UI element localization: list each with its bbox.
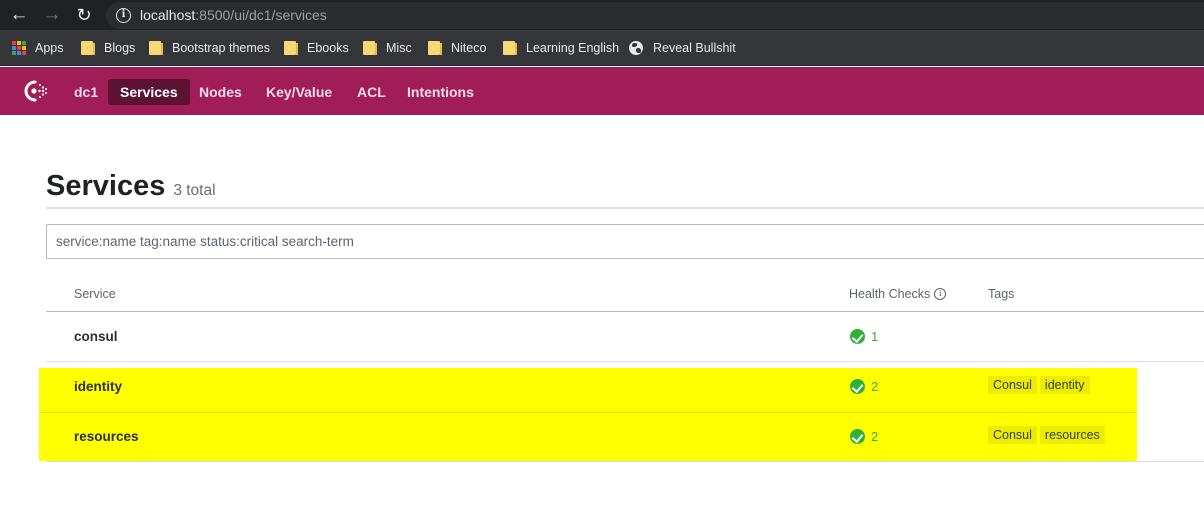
bookmark-ebooks[interactable]: Ebooks <box>284 39 349 57</box>
tags-cell: Consul resources <box>988 426 1108 444</box>
check-circle-icon <box>850 379 865 394</box>
health-checks-cell: 1 <box>850 329 878 344</box>
health-checks-cell: 2 <box>850 379 878 394</box>
bookmark-blogs[interactable]: Blogs <box>81 39 135 57</box>
tag-badge: Consul <box>988 376 1037 394</box>
globe-icon <box>629 41 643 55</box>
table-row[interactable]: resources 2 Consul resources <box>46 412 1204 462</box>
page-heading: Services <box>46 170 166 202</box>
folder-icon <box>81 41 95 55</box>
folder-icon <box>284 41 298 55</box>
bookmark-bootstrap-themes[interactable]: Bootstrap themes <box>149 39 270 57</box>
folder-icon <box>503 41 517 55</box>
browser-toolbar: ← → ↻ i localhost:8500/ui/dc1/services <box>0 0 1204 30</box>
consul-logo-icon[interactable] <box>22 79 50 103</box>
info-icon[interactable]: i <box>934 288 947 300</box>
apps-grid-icon <box>12 41 26 55</box>
site-info-icon[interactable]: i <box>116 8 131 23</box>
bookmark-niteco[interactable]: Niteco <box>428 39 486 57</box>
back-arrow-icon[interactable]: ← <box>8 4 30 26</box>
bookmark-learning-english[interactable]: Learning English <box>503 39 619 57</box>
service-name-link[interactable]: identity <box>74 379 122 394</box>
tag-badge: resources <box>1039 426 1105 444</box>
folder-icon <box>149 41 163 55</box>
services-table: Service Health Checks i Tags consul 1 id… <box>46 276 1204 462</box>
check-circle-icon <box>850 329 865 344</box>
folder-icon <box>428 41 442 55</box>
service-name-link[interactable]: consul <box>74 329 118 344</box>
page-title: Services 3 total <box>46 170 216 203</box>
table-header: Service Health Checks i Tags <box>46 276 1204 312</box>
check-circle-icon <box>850 429 865 444</box>
nav-key-value[interactable]: Key/Value <box>254 79 344 105</box>
tag-badge: Consul <box>988 426 1037 444</box>
url-text[interactable]: localhost:8500/ui/dc1/services <box>140 7 327 23</box>
column-header-service: Service <box>74 287 116 301</box>
title-divider <box>46 207 1204 209</box>
nav-services[interactable]: Services <box>108 79 190 105</box>
app-header: dc1 Services Nodes Key/Value ACL Intenti… <box>0 67 1204 115</box>
tag-badge: identity <box>1039 376 1090 394</box>
tags-cell: Consul identity <box>988 376 1093 394</box>
nav-intentions[interactable]: Intentions <box>395 79 486 105</box>
folder-icon <box>363 41 377 55</box>
table-row[interactable]: identity 2 Consul identity <box>46 362 1204 412</box>
bookmarks-bar: Apps Blogs Bootstrap themes Ebooks Misc … <box>0 30 1204 66</box>
nav-nodes[interactable]: Nodes <box>187 79 254 105</box>
health-passing-count: 2 <box>871 429 879 444</box>
nav-acl[interactable]: ACL <box>345 79 398 105</box>
address-bar[interactable]: i localhost:8500/ui/dc1/services <box>106 2 1204 29</box>
datacenter-selector[interactable]: dc1 <box>62 79 110 105</box>
service-name-link[interactable]: resources <box>74 429 139 444</box>
column-header-health-checks: Health Checks i <box>849 287 947 301</box>
bookmark-misc[interactable]: Misc <box>363 39 412 57</box>
search-input[interactable] <box>46 224 1204 259</box>
bookmark-reveal-bullshit[interactable]: Reveal Bullshit <box>629 39 736 57</box>
health-passing-count: 2 <box>871 379 879 394</box>
forward-arrow-icon[interactable]: → <box>41 4 63 26</box>
health-passing-count: 1 <box>871 329 879 344</box>
table-row[interactable]: consul 1 <box>46 312 1204 362</box>
reload-icon[interactable]: ↻ <box>73 4 95 26</box>
services-count: 3 total <box>173 182 216 199</box>
bookmark-apps[interactable]: Apps <box>12 39 64 57</box>
column-header-tags: Tags <box>988 287 1015 301</box>
health-checks-cell: 2 <box>850 429 878 444</box>
